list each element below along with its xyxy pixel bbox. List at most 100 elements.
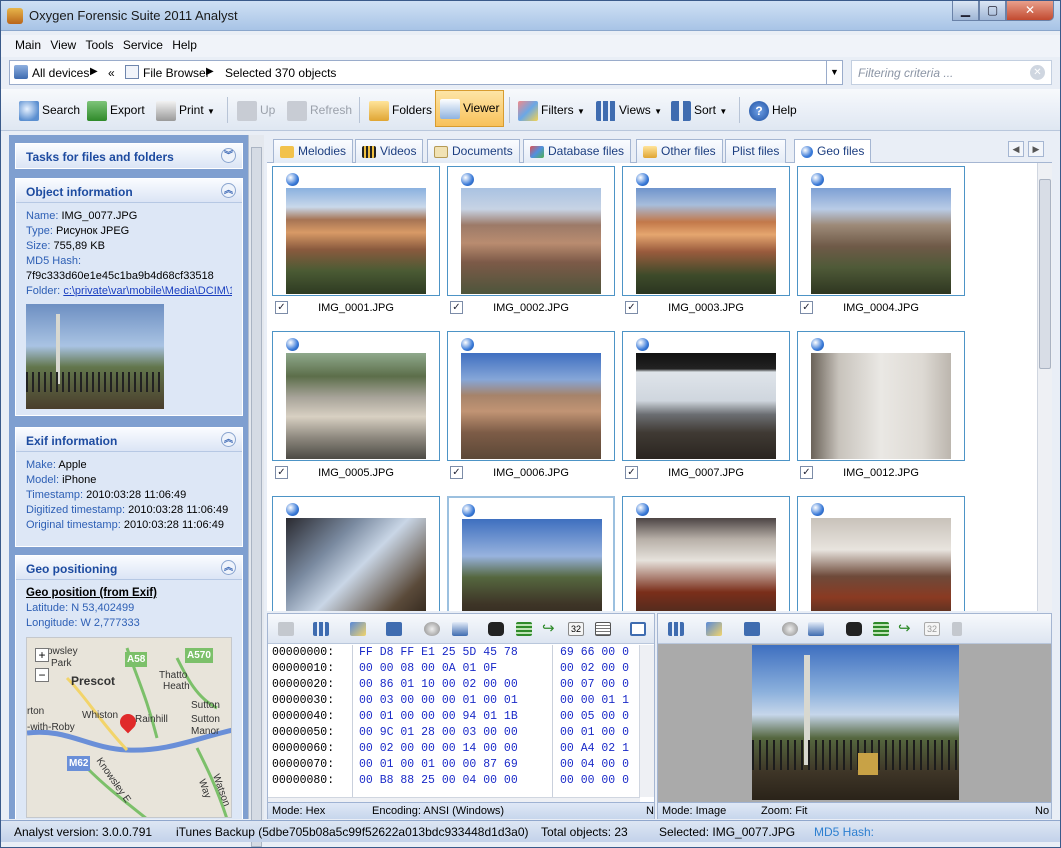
thumbnail-image: [811, 188, 951, 294]
geo-header[interactable]: Geo positioning ︽: [16, 556, 242, 580]
tab-plist-files[interactable]: Plist files: [725, 139, 787, 163]
thumbnail-item[interactable]: [622, 496, 790, 611]
breadcrumb-all-devices[interactable]: All devices: [32, 66, 89, 80]
object-info-header[interactable]: Object information ︽: [16, 179, 242, 203]
hex-bytes: 00 01 00 00 00 94 01 1B: [359, 710, 518, 723]
up-button[interactable]: Up: [237, 96, 275, 124]
zoom-out-icon[interactable]: −: [35, 668, 49, 682]
copy-icon[interactable]: [808, 622, 824, 636]
bits-icon[interactable]: 32: [568, 622, 584, 636]
clear-filter-icon[interactable]: ✕: [1030, 65, 1045, 80]
window-icon[interactable]: [630, 622, 646, 636]
left-pane-scrollbar[interactable]: [248, 135, 264, 847]
globe-icon: [636, 503, 649, 516]
page-icon[interactable]: [278, 622, 294, 636]
tasks-panel-header[interactable]: Tasks for files and folders ︾: [16, 144, 242, 168]
goto-icon[interactable]: ↪: [542, 621, 558, 636]
font-icon[interactable]: [386, 622, 402, 636]
chevron-down-icon[interactable]: ▼: [719, 107, 727, 116]
grid-scrollbar[interactable]: [1037, 163, 1052, 611]
breadcrumb-back-icon[interactable]: «: [108, 66, 115, 80]
menu-view[interactable]: View: [50, 35, 76, 52]
minimize-button[interactable]: ▁: [952, 1, 979, 21]
tab-videos[interactable]: Videos: [355, 139, 424, 163]
maximize-button[interactable]: ▢: [979, 1, 1006, 21]
goto-icon[interactable]: ↪: [898, 621, 914, 636]
disk-icon[interactable]: [424, 622, 440, 636]
filters-button[interactable]: Filters ▼: [518, 96, 585, 124]
breadcrumb-file-browser[interactable]: File Browser: [143, 66, 210, 80]
folders-button[interactable]: Folders: [369, 96, 432, 124]
chevron-collapse-icon[interactable]: ︽: [221, 560, 236, 575]
address-dropdown-icon[interactable]: ▼: [826, 61, 842, 84]
tab-database-files[interactable]: Database files: [523, 139, 632, 163]
folder-link[interactable]: c:\private\var\mobile\Media\DCIM\1: [63, 285, 232, 297]
export-button[interactable]: Export: [87, 96, 145, 124]
thumbnail-item[interactable]: [797, 166, 965, 296]
globe-icon: [636, 338, 649, 351]
thumbnail-item[interactable]: [622, 331, 790, 461]
address-bar[interactable]: All devices ▶ « File Browser ▶ Selected …: [9, 60, 843, 85]
close-button[interactable]: ✕: [1006, 1, 1054, 21]
select-icon[interactable]: [706, 622, 722, 636]
thumbnail-item[interactable]: [272, 496, 440, 611]
viewer-button[interactable]: Viewer: [435, 90, 505, 127]
print-label: Print: [179, 103, 204, 117]
zoom-in-icon[interactable]: +: [35, 648, 49, 662]
search-button[interactable]: Search: [19, 96, 80, 124]
hex-row: 00000010: 00 00 08 00 0A 01 0F 00 02 00 0: [268, 661, 640, 677]
thumbnail-item[interactable]: [622, 166, 790, 296]
tab-label: Other files: [661, 144, 716, 158]
refresh-button[interactable]: Refresh: [287, 96, 352, 124]
hex-vertical-scrollbar[interactable]: [639, 645, 654, 797]
thumbnail-item[interactable]: [272, 166, 440, 296]
chevron-expand-icon[interactable]: ︾: [221, 148, 236, 163]
menu-tools[interactable]: Tools: [86, 35, 114, 52]
scroll-thumb[interactable]: [251, 147, 262, 847]
page-icon[interactable]: [952, 622, 962, 636]
chevron-down-icon[interactable]: ▼: [207, 107, 215, 116]
binoculars-icon[interactable]: [846, 622, 862, 636]
table-icon[interactable]: [595, 622, 611, 636]
filter-input[interactable]: Filtering criteria ... ✕: [851, 60, 1052, 85]
sort-button[interactable]: Sort ▼: [671, 96, 727, 124]
menu-help[interactable]: Help: [172, 35, 197, 52]
thumbnail-item[interactable]: [797, 496, 965, 611]
chevron-collapse-icon[interactable]: ︽: [221, 432, 236, 447]
scroll-thumb[interactable]: [1039, 179, 1051, 369]
tab-melodies[interactable]: Melodies: [273, 139, 354, 163]
thumbnail-item[interactable]: [272, 331, 440, 461]
columns-icon[interactable]: [313, 622, 329, 636]
tabs-scroll-right-icon[interactable]: ▶: [1028, 141, 1044, 157]
help-button[interactable]: ? Help: [749, 96, 797, 124]
chevron-collapse-icon[interactable]: ︽: [221, 183, 236, 198]
chevron-down-icon[interactable]: ▼: [577, 107, 585, 116]
hex-rows[interactable]: 00000000: FF D8 FF E1 25 5D 45 78 69 66 00…: [268, 645, 640, 803]
columns-icon[interactable]: [668, 622, 684, 636]
exif-header[interactable]: Exif information ︽: [16, 428, 242, 452]
thumbnail-item[interactable]: [797, 331, 965, 461]
bits-icon[interactable]: 32: [924, 622, 940, 636]
font-icon[interactable]: [744, 622, 760, 636]
copy-icon[interactable]: [452, 622, 468, 636]
menu-service[interactable]: Service: [123, 35, 163, 52]
tabs-scroll-left-icon[interactable]: ◀: [1008, 141, 1024, 157]
menu-main[interactable]: Main: [15, 35, 41, 52]
geo-map[interactable]: owsley Park A58 A570 Thatto Heath Presco…: [26, 637, 232, 818]
thumbnail-item[interactable]: [447, 166, 615, 296]
binoculars-icon[interactable]: [488, 622, 504, 636]
breadcrumb-arrow-icon: ▶: [90, 66, 98, 77]
thumbnail-item[interactable]: [447, 331, 615, 461]
print-button[interactable]: Print ▼: [156, 96, 215, 124]
disk-icon[interactable]: [782, 622, 798, 636]
up-icon: [237, 100, 257, 121]
tab-geo-files[interactable]: Geo files: [794, 139, 872, 164]
select-icon[interactable]: [350, 622, 366, 636]
tab-documents[interactable]: Documents: [427, 139, 520, 163]
views-button[interactable]: Views ▼: [596, 96, 662, 124]
thumbnail-item-selected[interactable]: [447, 496, 615, 611]
list-icon[interactable]: [516, 622, 532, 636]
list-icon[interactable]: [873, 622, 889, 636]
chevron-down-icon[interactable]: ▼: [654, 107, 662, 116]
tab-other-files[interactable]: Other files: [636, 139, 723, 163]
